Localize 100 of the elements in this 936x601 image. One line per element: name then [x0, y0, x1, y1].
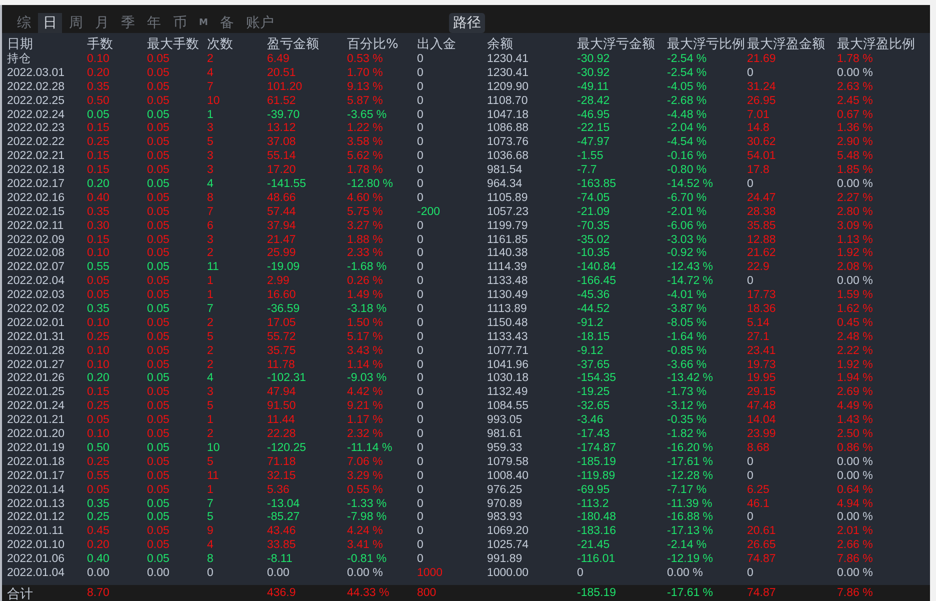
table-cell-text: 0: [417, 344, 424, 359]
table-cell-text: 3.09 %: [837, 220, 874, 234]
table-cell-text: 983.93: [487, 511, 524, 526]
period-tab[interactable]: 综: [12, 13, 36, 33]
table-cell-text: 0.45: [87, 525, 110, 540]
table-cell-text: -2.14 %: [667, 539, 708, 554]
table-cell-text: -9.03 %: [347, 372, 388, 386]
table-cell-text: 1105.89: [487, 192, 529, 206]
table-cell-text: 0: [207, 566, 214, 581]
period-tab[interactable]: 日: [38, 13, 62, 33]
table-cell-text: 1.22 %: [347, 122, 384, 136]
table-cell-text: -10.35: [577, 247, 611, 262]
period-tab[interactable]: 年: [142, 13, 166, 33]
period-tab[interactable]: 账户: [240, 13, 279, 33]
table-cell-text: 0: [417, 289, 424, 304]
table-cell-text: 0.05: [147, 330, 170, 345]
table-cell-text: 1086.88: [487, 122, 530, 136]
table-cell-text: 1057.23: [487, 206, 530, 220]
table-cell-text: -13.04: [267, 498, 301, 512]
table-cell-text: 0.05: [87, 484, 110, 498]
date-cell-text: 2022.02.08: [7, 247, 66, 262]
table-cell-text: 1030.18: [487, 372, 530, 386]
table-cell-text: 33.85: [267, 539, 297, 554]
table-cell-text: 2.01 %: [837, 525, 874, 540]
table-cell-text: 1000: [417, 566, 444, 581]
table-cell-text: 0: [747, 66, 754, 81]
table-cell-text: 5.48 %: [837, 150, 874, 164]
table-cell-text: -183.16: [577, 525, 618, 540]
table-cell-text: 17.20: [267, 164, 297, 178]
table-cell-text: -4.54 %: [667, 136, 708, 150]
table-cell-text: -0.35 %: [667, 414, 708, 428]
table-cell-text: 20.51: [267, 66, 297, 81]
table-cell-text: 1.70 %: [347, 66, 384, 81]
table-cell-text: 5: [207, 511, 214, 526]
table-cell-text: 1041.96: [487, 358, 530, 372]
table-cell-text: 981.54: [487, 164, 524, 178]
table-cell-text: 21.69: [747, 53, 777, 67]
table-cell-text: -185.19: [577, 456, 618, 470]
table-cell-text: 0.05: [147, 470, 170, 484]
period-tab[interactable]: 备: [214, 13, 239, 33]
table-cell-text: 6.25: [747, 484, 770, 498]
period-tab[interactable]: 季: [116, 13, 140, 33]
table-cell-text: 61.52: [267, 94, 297, 109]
table-cell-text: 9.21 %: [347, 400, 384, 414]
table-cell-text: 1114.39: [487, 261, 528, 276]
path-button[interactable]: 路径: [448, 13, 485, 33]
period-tab[interactable]: 周: [64, 13, 88, 33]
table-cell-text: -116.01: [577, 553, 616, 567]
table-cell-text: 0.20: [87, 539, 110, 554]
table-cell-text: 71.18: [267, 456, 297, 470]
column-header: 百分比%: [347, 36, 400, 53]
table-cell-text: 1: [207, 484, 214, 498]
table-cell-text: 8.68: [747, 442, 770, 456]
period-tab[interactable]: 币: [168, 13, 192, 33]
table-cell-text: 991.89: [487, 553, 524, 567]
table-cell-text: -0.92 %: [667, 247, 708, 262]
table-cell-text: 0: [417, 247, 424, 262]
table-cell-text: 0: [417, 386, 424, 400]
table-cell-text: 0: [417, 234, 424, 248]
period-tab[interactable]: 月: [90, 13, 114, 33]
table-cell-text: 5.17 %: [347, 330, 384, 345]
table-cell-text: 0.05: [147, 498, 170, 512]
table-cell-text: 0: [417, 428, 424, 442]
table-cell-text: 0.15: [87, 386, 110, 400]
table-cell-text: 27.1: [747, 330, 770, 345]
table-cell-text: 0: [417, 178, 424, 192]
table-cell-text: -3.12 %: [667, 400, 708, 414]
table-cell-text: -4.01 %: [667, 289, 708, 304]
table-cell-text: 0.20: [87, 178, 110, 192]
table-cell-text: 0.00 %: [347, 566, 384, 581]
table-cell-text: 7: [207, 498, 214, 512]
table-cell-text: 25.99: [267, 247, 297, 262]
table-cell-text: 11: [207, 261, 220, 276]
table-cell-text: -6.70 %: [667, 192, 708, 206]
table-cell-text: -6.06 %: [667, 220, 708, 234]
table-cell-text: 4.24 %: [347, 525, 384, 540]
table-cell-text: -30.92: [577, 53, 611, 67]
table-cell-text: 5.36: [267, 484, 290, 498]
table-cell-text: -0.80 %: [667, 164, 708, 178]
table-cell-text: -7.98 %: [347, 511, 388, 526]
table-cell-text: -21.45: [577, 539, 611, 554]
table-cell-text: 0: [747, 511, 754, 526]
date-cell-text: 2022.01.14: [7, 484, 66, 498]
table-cell-text: 1.36 %: [837, 122, 874, 136]
date-cell-text: 2022.02.25: [7, 94, 66, 109]
table-cell-text: -70.35: [577, 220, 611, 234]
period-tab[interactable]: M: [194, 13, 213, 33]
date-cell-text: 2022.01.24: [7, 400, 66, 414]
table-cell-text: 1130.49: [487, 289, 529, 304]
table-cell-text: 2: [207, 247, 214, 262]
table-cell-text: 0.05: [87, 289, 110, 304]
table-cell-text: 0.50: [87, 442, 110, 456]
table-cell-text: 2: [207, 428, 214, 442]
table-cell-text: 1.88 %: [347, 234, 384, 248]
table-cell-text: 0.05: [147, 122, 170, 136]
table-cell-text: 1.78 %: [347, 164, 384, 178]
table-cell-text: 26.95: [747, 94, 777, 109]
table-cell-text: 6: [207, 220, 214, 234]
table-cell-text: 0.05: [147, 206, 170, 220]
table-cell-text: 32.15: [267, 470, 297, 484]
